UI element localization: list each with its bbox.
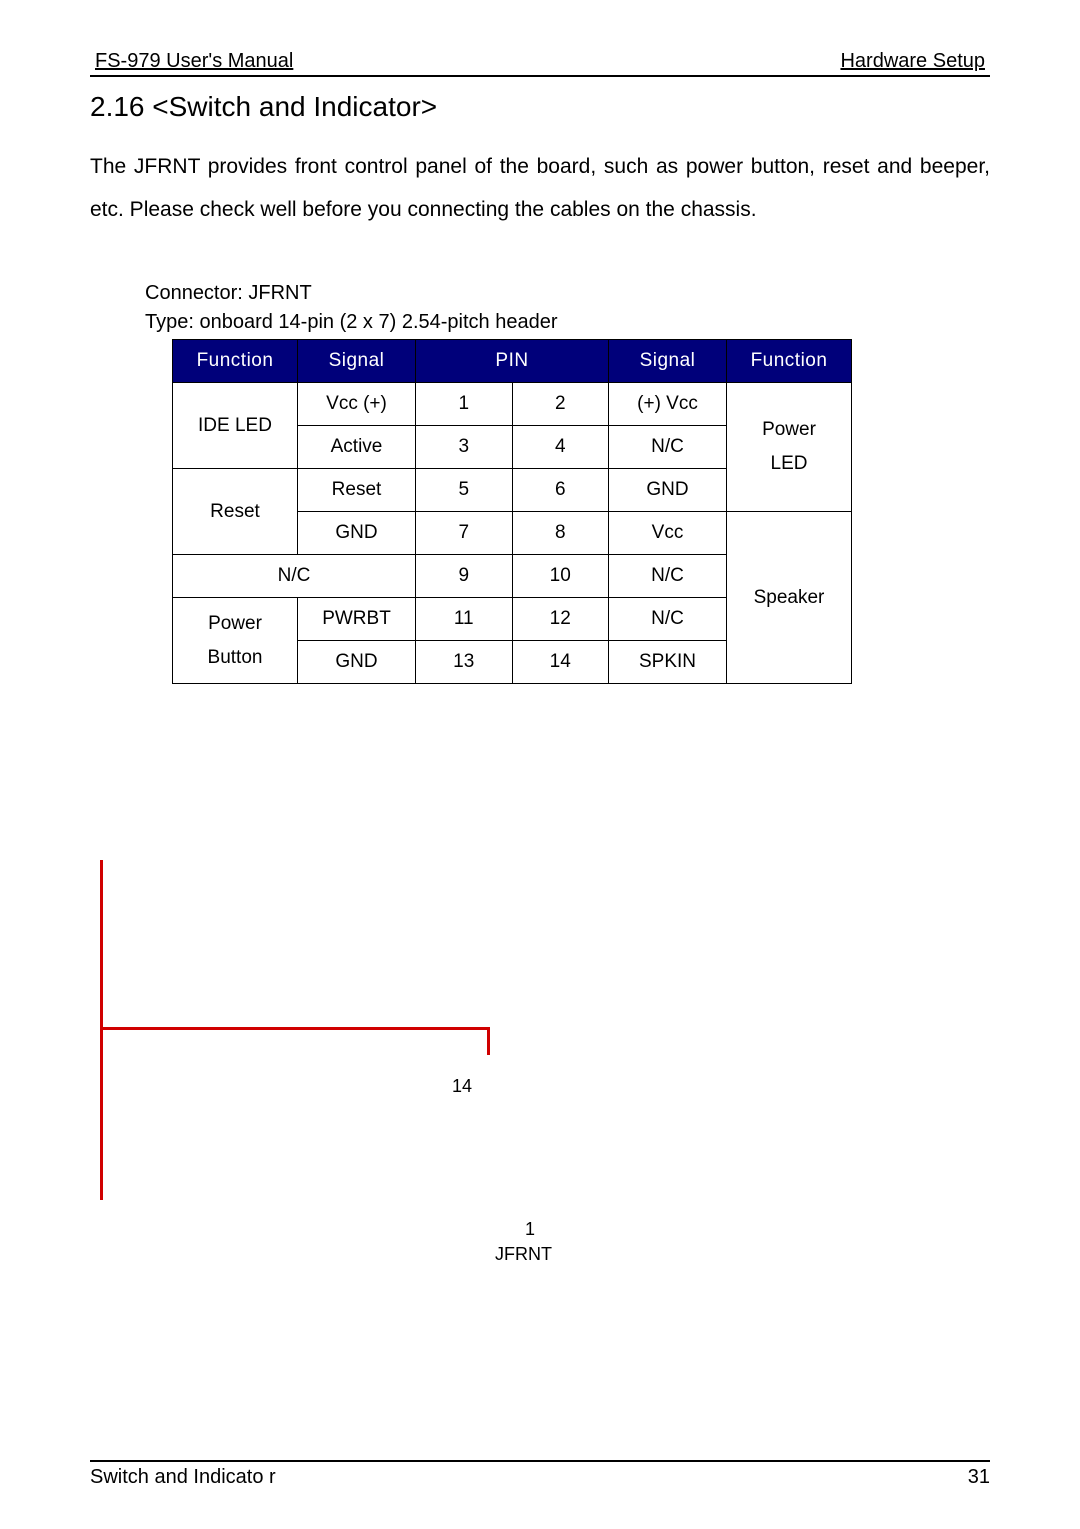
pin: 11: [416, 598, 513, 641]
sig-r: N/C: [609, 426, 727, 469]
pin: 12: [512, 598, 609, 641]
sig-l-nc: N/C: [173, 555, 416, 598]
sig-l: Vcc (+): [298, 383, 416, 426]
page-header: FS-979 User's Manual Hardware Setup: [90, 50, 990, 77]
sig-l: Reset: [298, 469, 416, 512]
sig-r: GND: [609, 469, 727, 512]
func-speaker: Speaker: [727, 512, 852, 684]
header-right: Hardware Setup: [840, 50, 990, 73]
board-diagram: 14 1 JFRNT: [100, 860, 500, 1200]
sig-l: PWRBT: [298, 598, 416, 641]
sig-l: GND: [298, 512, 416, 555]
pin: 5: [416, 469, 513, 512]
func-power-button: Power Button: [173, 598, 298, 684]
sig-l: GND: [298, 641, 416, 684]
pin: 7: [416, 512, 513, 555]
power-led-l1: Power: [733, 419, 845, 441]
pin: 13: [416, 641, 513, 684]
table-header-row: Function Signal PIN Signal Function: [173, 340, 852, 383]
diagram-connector-label: JFRNT: [495, 1244, 552, 1265]
sig-r: N/C: [609, 555, 727, 598]
sig-r: SPKIN: [609, 641, 727, 684]
pin: 6: [512, 469, 609, 512]
pin: 4: [512, 426, 609, 469]
sig-r: N/C: [609, 598, 727, 641]
th-pin: PIN: [416, 340, 609, 383]
page-footer: Switch and Indicato r 31: [90, 1460, 990, 1489]
diagram-line: [487, 1027, 490, 1055]
table-row: IDE LED Vcc (+) 1 2 (+) Vcc Power LED: [173, 383, 852, 426]
sig-r: Vcc: [609, 512, 727, 555]
header-left: FS-979 User's Manual: [90, 50, 293, 73]
section-intro: The JFRNT provides front control panel o…: [90, 145, 990, 231]
section-title: 2.16 <Switch and Indicator>: [90, 91, 990, 123]
pin: 8: [512, 512, 609, 555]
power-button-l1: Power: [179, 613, 291, 635]
pin: 3: [416, 426, 513, 469]
diagram-line: [100, 1027, 490, 1030]
pin: 10: [512, 555, 609, 598]
power-button-l2: Button: [179, 647, 291, 669]
pin: 2: [512, 383, 609, 426]
connector-name: Connector: JFRNT: [145, 279, 990, 308]
th-signal-left: Signal: [298, 340, 416, 383]
func-power-led: Power LED: [727, 383, 852, 512]
footer-left: Switch and Indicato r: [90, 1466, 276, 1489]
connector-info: Connector: JFRNT Type: onboard 14-pin (2…: [145, 279, 990, 337]
pin: 9: [416, 555, 513, 598]
connector-type: Type: onboard 14-pin (2 x 7) 2.54-pitch …: [145, 308, 990, 337]
func-ide-led: IDE LED: [173, 383, 298, 469]
pin: 14: [512, 641, 609, 684]
sig-r: (+) Vcc: [609, 383, 727, 426]
diagram-line: [100, 860, 103, 1200]
power-led-l2: LED: [733, 453, 845, 475]
th-signal-right: Signal: [609, 340, 727, 383]
pin: 1: [416, 383, 513, 426]
diagram-pin-1: 1: [525, 1219, 535, 1240]
th-function-left: Function: [173, 340, 298, 383]
pinout-table: Function Signal PIN Signal Function IDE …: [172, 339, 852, 684]
diagram-pin-14: 14: [452, 1076, 472, 1097]
func-reset: Reset: [173, 469, 298, 555]
footer-page-number: 31: [968, 1466, 990, 1489]
sig-l: Active: [298, 426, 416, 469]
th-function-right: Function: [727, 340, 852, 383]
